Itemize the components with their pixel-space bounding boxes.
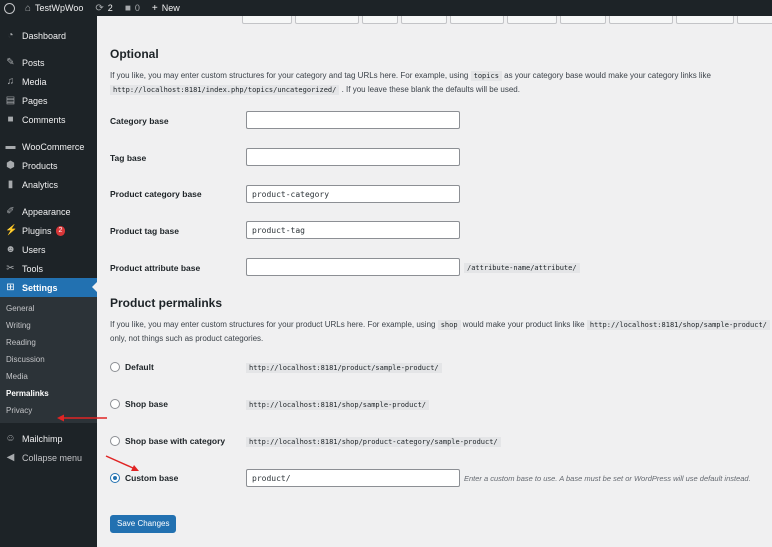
menu-media[interactable]: ♫ Media xyxy=(0,72,97,91)
mailchimp-icon: ☺ xyxy=(5,433,16,444)
submenu-writing[interactable]: Writing xyxy=(0,317,97,334)
category-base-input[interactable] xyxy=(246,111,460,129)
pin-icon: ✎ xyxy=(6,57,15,68)
updates-link[interactable]: ⟳ 2 xyxy=(89,0,118,16)
site-name-link[interactable]: ⌂ TestWpWoo xyxy=(15,0,89,16)
radio-shop-base-category[interactable] xyxy=(110,436,120,446)
brush-icon: ✐ xyxy=(6,206,15,217)
tag-button[interactable] xyxy=(295,16,359,24)
tag-button[interactable] xyxy=(507,16,557,24)
shop-base-example-url: http://localhost:8181/shop/sample-produc… xyxy=(246,400,430,410)
permalink-option-shop-base[interactable]: Shop base xyxy=(110,399,168,409)
optional-heading: Optional xyxy=(110,47,159,61)
product-attribute-base-label: Product attribute base xyxy=(110,263,201,273)
attribute-base-suffix: /attribute-name/attribute/ xyxy=(464,263,580,273)
menu-tools[interactable]: ✂ Tools xyxy=(0,259,97,278)
admin-sidebar: ◔ Dashboard ✎ Posts ♫ Media ▤ Pages ■ Comment… xyxy=(0,16,97,547)
comment-icon: ■ xyxy=(7,114,14,125)
product-tag-base-label: Product tag base xyxy=(110,226,179,236)
menu-mailchimp[interactable]: ☺ Mailchimp xyxy=(0,429,97,448)
settings-icon: ⊞ xyxy=(6,282,15,293)
tag-base-label: Tag base xyxy=(110,153,147,163)
main-content: Optional If you like, you may enter cust… xyxy=(97,16,772,547)
comment-bubble-icon: ■ xyxy=(124,2,131,14)
submenu-reading[interactable]: Reading xyxy=(0,334,97,351)
tag-base-input[interactable] xyxy=(246,148,460,166)
menu-analytics[interactable]: ▮ Analytics xyxy=(0,175,97,194)
optional-description: If you like, you may enter custom struct… xyxy=(110,71,711,95)
tag-button[interactable] xyxy=(362,16,398,24)
radio-shop-base[interactable] xyxy=(110,399,120,409)
shop-base-category-example-url: http://localhost:8181/shop/product-categ… xyxy=(246,437,501,447)
tag-button[interactable] xyxy=(450,16,504,24)
plugins-update-badge: 2 xyxy=(55,225,66,236)
submenu-general[interactable]: General xyxy=(0,300,97,317)
menu-woocommerce[interactable]: ▬ WooCommerce xyxy=(0,137,97,156)
menu-pages[interactable]: ▤ Pages xyxy=(0,91,97,110)
plugin-icon: ⚡ xyxy=(5,225,18,236)
radio-default[interactable] xyxy=(110,362,120,372)
collapse-icon: ◀ xyxy=(6,452,15,463)
new-content-link[interactable]: + New xyxy=(146,0,186,16)
wrench-icon: ✂ xyxy=(6,263,15,274)
structure-tag-buttons xyxy=(242,16,772,24)
admin-bar: ⌂ TestWpWoo ⟳ 2 ■ 0 + New xyxy=(0,0,772,16)
analytics-icon: ▮ xyxy=(7,179,14,190)
woocommerce-icon: ▬ xyxy=(5,141,16,152)
menu-products[interactable]: ⬢ Products xyxy=(0,156,97,175)
settings-submenu: General Writing Reading Discussion Media… xyxy=(0,297,97,423)
submenu-media[interactable]: Media xyxy=(0,368,97,385)
collapse-menu-button[interactable]: ◀ Collapse menu xyxy=(0,448,97,467)
comments-link[interactable]: ■ 0 xyxy=(119,0,146,16)
pages-icon: ▤ xyxy=(5,95,16,106)
radio-custom-base[interactable] xyxy=(110,473,120,483)
menu-posts[interactable]: ✎ Posts xyxy=(0,53,97,72)
tag-button[interactable] xyxy=(242,16,292,24)
product-category-base-label: Product category base xyxy=(110,189,202,199)
home-icon: ⌂ xyxy=(25,2,32,14)
default-example-url: http://localhost:8181/product/sample-pro… xyxy=(246,363,442,373)
permalink-option-custom-base[interactable]: Custom base xyxy=(110,473,178,483)
users-icon: ☻ xyxy=(5,244,16,255)
submenu-permalinks[interactable]: Permalinks xyxy=(0,385,97,402)
plus-icon: + xyxy=(151,2,158,14)
product-permalinks-heading: Product permalinks xyxy=(110,296,223,310)
submenu-discussion[interactable]: Discussion xyxy=(0,351,97,368)
permalink-option-default[interactable]: Default xyxy=(110,362,154,372)
custom-base-input[interactable] xyxy=(246,469,460,487)
tag-button[interactable] xyxy=(560,16,606,24)
category-base-label: Category base xyxy=(110,116,169,126)
custom-base-hint: Enter a custom base to use. A base must … xyxy=(464,474,751,483)
updates-icon: ⟳ xyxy=(95,2,104,14)
tag-button[interactable] xyxy=(737,16,772,24)
dashboard-icon: ◔ xyxy=(7,30,14,41)
permalink-option-shop-base-category[interactable]: Shop base with category xyxy=(110,436,225,446)
wordpress-logo-icon[interactable] xyxy=(4,2,15,14)
menu-settings[interactable]: ⊞ Settings xyxy=(0,278,97,297)
product-permalinks-description: If you like, you may enter custom struct… xyxy=(110,318,770,346)
tag-button[interactable] xyxy=(676,16,734,24)
tag-button[interactable] xyxy=(609,16,673,24)
product-category-base-input[interactable] xyxy=(246,185,460,203)
menu-plugins[interactable]: ⚡ Plugins 2 xyxy=(0,221,97,240)
product-attribute-base-input[interactable] xyxy=(246,258,460,276)
save-changes-button[interactable]: Save Changes xyxy=(110,515,177,533)
submenu-privacy[interactable]: Privacy xyxy=(0,402,97,419)
media-icon: ♫ xyxy=(6,76,15,87)
menu-comments[interactable]: ■ Comments xyxy=(0,110,97,129)
menu-users[interactable]: ☻ Users xyxy=(0,240,97,259)
menu-appearance[interactable]: ✐ Appearance xyxy=(0,202,97,221)
product-tag-base-input[interactable] xyxy=(246,221,460,239)
products-icon: ⬢ xyxy=(6,160,15,171)
menu-dashboard[interactable]: ◔ Dashboard xyxy=(0,26,97,45)
tag-button[interactable] xyxy=(401,16,447,24)
